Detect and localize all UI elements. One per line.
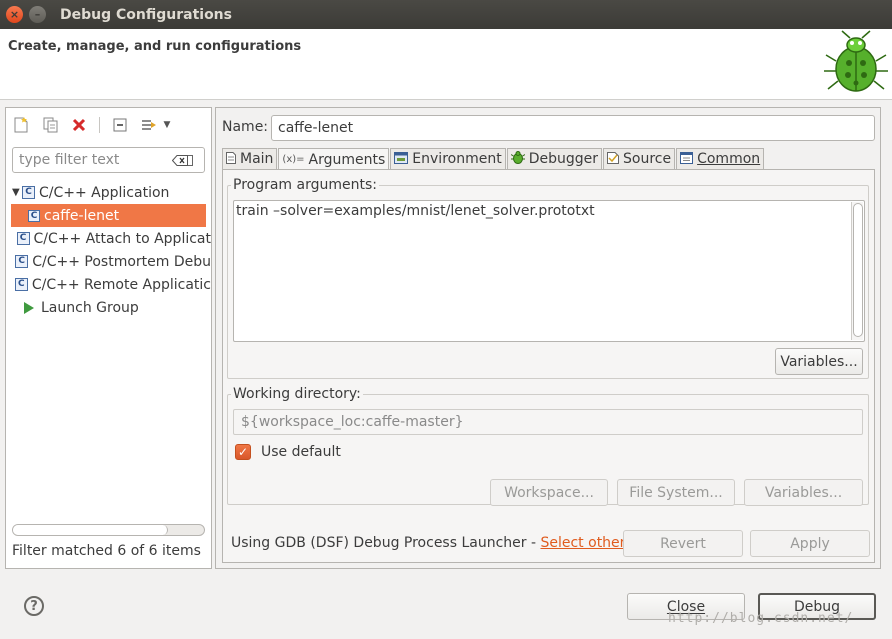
program-arguments-textarea[interactable]: train –solver=examples/mnist/lenet_solve…	[233, 200, 865, 342]
tab-label: Arguments	[308, 151, 386, 168]
tree-item-cpp-application[interactable]: ▼ C C/C++ Application	[6, 181, 211, 204]
vertical-scrollbar[interactable]	[851, 202, 863, 340]
tab-common[interactable]: Common	[676, 148, 765, 169]
working-directory-input[interactable]: ${workspace_loc:caffe-master}	[233, 409, 863, 435]
tree-item-label: caffe-lenet	[44, 207, 120, 224]
cpp-application-icon: C	[22, 186, 35, 199]
bug-icon	[824, 30, 888, 92]
tree-item-caffe-lenet[interactable]: C caffe-lenet	[11, 204, 206, 227]
dropdown-icon[interactable]: ▼	[162, 116, 172, 134]
filter-input[interactable]	[13, 152, 173, 168]
working-directory-group: Working directory: ${workspace_loc:caffe…	[227, 386, 869, 506]
working-dir-variables-button[interactable]: Variables...	[744, 479, 863, 506]
program-arguments-group: Program arguments: train –solver=example…	[227, 177, 869, 379]
tab-environment[interactable]: Environment	[390, 148, 506, 169]
tree-item-label: C/C++ Remote Applicatic	[31, 276, 211, 293]
scrollbar-thumb[interactable]	[13, 525, 168, 535]
tree-item-label: C/C++ Postmortem Debu	[32, 253, 211, 270]
tab-bar: Main (x)= Arguments Environment Debugger…	[222, 148, 765, 170]
help-icon[interactable]: ?	[24, 596, 44, 616]
tree-item-label: C/C++ Attach to Applicat	[33, 230, 212, 247]
header-subtitle: Create, manage, and run configurations	[8, 39, 302, 54]
workspace-button[interactable]: Workspace...	[490, 479, 608, 506]
expand-triangle-icon[interactable]: ▼	[12, 187, 22, 198]
title-bar: × – Debug Configurations	[0, 0, 892, 29]
use-default-label: Use default	[261, 444, 341, 460]
duplicate-icon[interactable]	[41, 116, 59, 134]
source-tab-icon	[607, 151, 619, 167]
configuration-tree: ▼ C C/C++ Application C caffe-lenet C C/…	[6, 181, 211, 319]
working-directory-label: Working directory:	[231, 386, 363, 402]
tab-label: Debugger	[528, 151, 598, 167]
delete-icon[interactable]	[70, 116, 88, 134]
tree-item-label: C/C++ Application	[39, 184, 170, 201]
tab-source[interactable]: Source	[603, 148, 676, 169]
toolbar-separator	[99, 117, 100, 133]
apply-button[interactable]: Apply	[750, 530, 870, 557]
configuration-editor-panel: Name: Main (x)= Arguments Environment De…	[215, 107, 881, 569]
environment-tab-icon	[394, 151, 409, 167]
filter-field[interactable]	[12, 147, 205, 173]
tree-item-launch-group[interactable]: Launch Group	[6, 296, 211, 319]
collapse-all-icon[interactable]	[111, 116, 129, 134]
cpp-attach-icon: C	[16, 232, 30, 245]
cpp-remote-icon: C	[14, 278, 28, 291]
tree-item-label: Launch Group	[41, 299, 139, 316]
main-tab-icon	[226, 151, 236, 167]
launcher-text: Using GDB (DSF) Debug Process Launcher -	[231, 535, 541, 551]
configuration-list-panel: ▼ ▼ C C/C++ Application C caffe-lenet C …	[5, 107, 212, 569]
watermark: http://blog.csdn.net/	[668, 611, 854, 626]
arguments-tab-content: Program arguments: train –solver=example…	[222, 169, 875, 563]
clear-filter-icon[interactable]	[172, 154, 193, 166]
new-config-icon[interactable]	[12, 116, 30, 134]
arguments-tab-icon: (x)=	[282, 154, 305, 165]
tree-item-cpp-remote[interactable]: C C/C++ Remote Applicatic	[6, 273, 211, 296]
use-default-row[interactable]: ✓ Use default	[235, 444, 341, 460]
use-default-checkbox[interactable]: ✓	[235, 444, 251, 460]
tab-label: Source	[623, 151, 672, 167]
window-minimize-button[interactable]: –	[29, 6, 46, 23]
horizontal-scrollbar[interactable]	[12, 524, 205, 536]
revert-button[interactable]: Revert	[623, 530, 743, 557]
dialog-header: Create, manage, and run configurations	[0, 29, 892, 100]
cpp-postmortem-icon: C	[15, 255, 29, 268]
scrollbar-thumb[interactable]	[853, 203, 863, 337]
program-arguments-text: train –solver=examples/mnist/lenet_solve…	[236, 203, 595, 219]
tree-item-cpp-postmortem[interactable]: C C/C++ Postmortem Debu	[6, 250, 211, 273]
program-arguments-label: Program arguments:	[231, 177, 379, 193]
name-input[interactable]	[271, 115, 875, 141]
tab-debugger[interactable]: Debugger	[506, 148, 602, 169]
file-system-button[interactable]: File System...	[617, 479, 735, 506]
window-title: Debug Configurations	[60, 6, 232, 23]
list-toolbar: ▼	[12, 114, 183, 136]
cpp-config-icon: C	[28, 209, 40, 222]
tab-arguments[interactable]: (x)= Arguments	[278, 148, 390, 170]
common-tab-icon	[680, 151, 694, 167]
filter-icon[interactable]	[140, 116, 158, 134]
tab-label: Common	[697, 151, 761, 167]
tab-label: Main	[240, 151, 274, 167]
launch-group-icon	[24, 301, 34, 314]
filter-status-text: Filter matched 6 of 6 items	[12, 543, 201, 559]
launcher-info: Using GDB (DSF) Debug Process Launcher -…	[231, 535, 638, 551]
tree-item-cpp-attach[interactable]: C C/C++ Attach to Applicat	[6, 227, 211, 250]
debugger-tab-icon	[510, 151, 525, 167]
name-label: Name:	[222, 119, 269, 135]
window-close-button[interactable]: ×	[6, 6, 23, 23]
tab-main[interactable]: Main	[222, 148, 278, 169]
program-variables-button[interactable]: Variables...	[775, 348, 863, 375]
tab-label: Environment	[412, 151, 502, 167]
